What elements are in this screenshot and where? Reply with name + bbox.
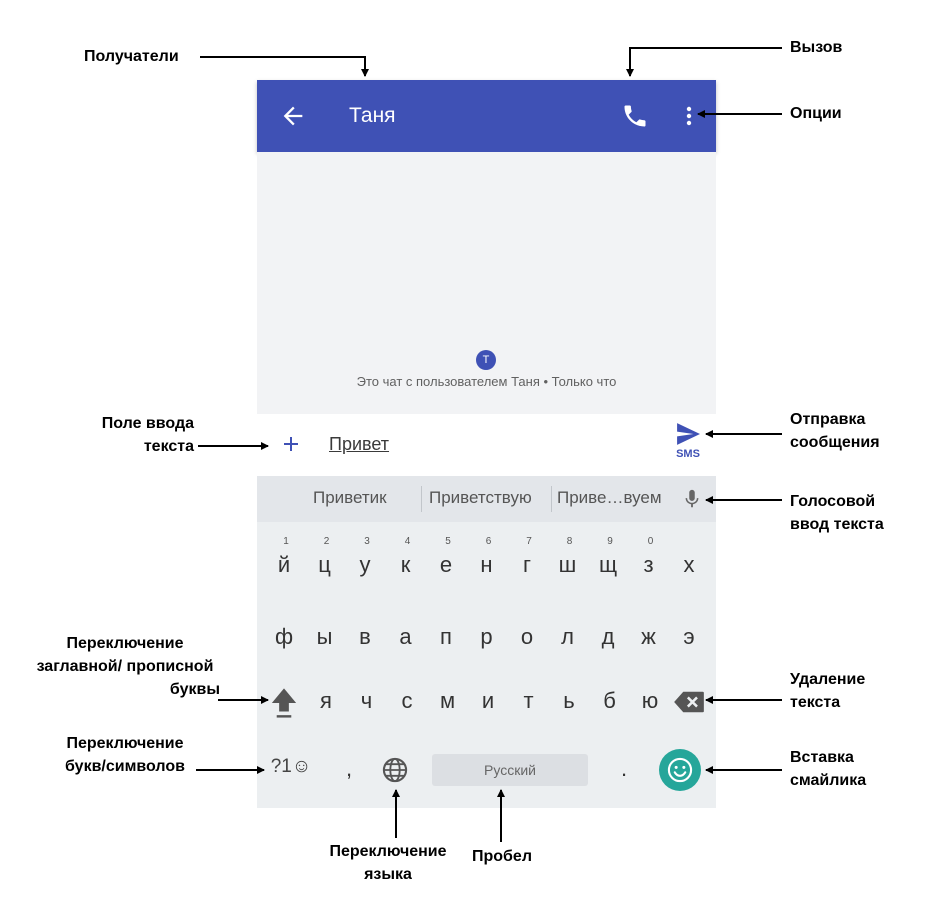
send-sms-label: SMS <box>676 448 700 460</box>
symbols-key[interactable]: ?1☺ <box>261 756 321 778</box>
keyboard: й1ц2у3к4е5н6г7ш8щ9з0х фывапролджэ ячсмит… <box>257 522 716 808</box>
key-number-hint: 7 <box>526 536 532 547</box>
callout-recipients: Получатели <box>84 48 179 65</box>
key-row2-9[interactable]: д <box>589 624 627 650</box>
key-4[interactable]: к4 <box>387 536 425 578</box>
key-row2-8[interactable]: л <box>549 624 587 650</box>
shift-icon[interactable] <box>269 686 299 720</box>
key-row3-4[interactable]: м <box>429 688 467 714</box>
key-row2-4[interactable]: а <box>387 624 425 650</box>
key-row2-11[interactable]: э <box>670 624 708 650</box>
key-row2-3[interactable]: в <box>346 624 384 650</box>
key-9[interactable]: щ9 <box>589 536 627 578</box>
key-7[interactable]: г7 <box>508 536 546 578</box>
key-6[interactable]: н6 <box>468 536 506 578</box>
key-row2-5[interactable]: п <box>427 624 465 650</box>
chat-area: Т Это чат с пользователем Таня • Только … <box>257 152 716 414</box>
attach-plus-icon[interactable] <box>279 432 303 456</box>
microphone-icon[interactable] <box>681 485 703 513</box>
key-number-hint: 4 <box>404 536 411 547</box>
key-number-hint: 9 <box>607 536 613 547</box>
key-row2-7[interactable]: о <box>508 624 546 650</box>
compose-bar: Привет SMS <box>257 414 716 476</box>
suggestion-2[interactable]: Приветствую <box>429 488 532 508</box>
phone-screen: Таня Т Это чат с пользователем Таня • То… <box>257 80 716 808</box>
phone-call-icon[interactable] <box>621 102 649 130</box>
callout-emoji: Вставка смайлика <box>790 749 867 789</box>
callout-shift: Переключение заглавной/ прописной буквы <box>36 635 220 698</box>
key-8[interactable]: ш8 <box>549 536 587 578</box>
callout-symbols: Переключение букв/символов <box>65 735 185 775</box>
key-number-hint: 5 <box>445 536 451 547</box>
app-bar: Таня <box>257 80 716 152</box>
callout-language: Переключение языка <box>329 843 447 883</box>
backspace-icon[interactable] <box>673 690 705 714</box>
key-number-hint: 8 <box>566 536 573 547</box>
key-row3-7[interactable]: ь <box>550 688 588 714</box>
callout-input-field: Поле ввода текста <box>101 415 194 455</box>
key-number-hint: 3 <box>364 536 370 547</box>
key-row3-3[interactable]: с <box>388 688 426 714</box>
suggestion-3[interactable]: Приве…вуем <box>557 488 662 508</box>
send-icon <box>677 423 700 445</box>
suggestion-1[interactable]: Приветик <box>313 488 387 508</box>
callout-voice-input: Голосовой ввод текста <box>790 493 884 533</box>
recipient-title[interactable]: Таня <box>349 102 396 130</box>
key-3[interactable]: у3 <box>346 536 384 578</box>
suggestion-divider <box>421 486 422 512</box>
key-row3-6[interactable]: т <box>510 688 548 714</box>
chat-info-text: Это чат с пользователем Таня • Только чт… <box>356 374 617 389</box>
suggestion-divider <box>551 486 552 512</box>
key-row2-1[interactable]: ф <box>265 624 303 650</box>
key-number-hint: 2 <box>323 536 330 547</box>
callout-delete: Удаление текста <box>790 671 866 711</box>
key-row2-10[interactable]: ж <box>630 624 668 650</box>
key-number-hint: 6 <box>485 536 492 547</box>
globe-icon[interactable] <box>381 756 409 784</box>
key-row3-2[interactable]: ч <box>348 688 386 714</box>
key-2[interactable]: ц2 <box>306 536 344 578</box>
callout-send: Отправка сообщения <box>790 411 880 451</box>
key-number-hint: 1 <box>283 536 289 547</box>
back-arrow-icon[interactable] <box>279 102 307 130</box>
key-row2-2[interactable]: ы <box>306 624 344 650</box>
suggestion-strip: Приветик Приветствую Приве…вуем <box>257 476 716 522</box>
key-10[interactable]: з0 <box>630 536 668 578</box>
key-number-hint: 0 <box>647 536 654 547</box>
callout-space: Пробел <box>472 848 532 865</box>
smiley-icon <box>667 757 693 783</box>
key-row3-1[interactable]: я <box>307 688 345 714</box>
key-11[interactable]: х <box>670 552 708 578</box>
message-input[interactable]: Привет <box>329 432 389 456</box>
space-bar[interactable]: Русский <box>432 754 588 786</box>
callout-call: Вызов <box>790 39 843 56</box>
callout-options: Опции <box>790 105 842 122</box>
period-key[interactable]: . <box>605 756 643 782</box>
send-button[interactable]: SMS <box>671 422 705 470</box>
emoji-button[interactable] <box>659 749 701 791</box>
more-options-icon[interactable] <box>677 102 701 130</box>
key-1[interactable]: й1 <box>265 536 303 578</box>
contact-avatar: Т <box>476 350 496 370</box>
key-row3-9[interactable]: ю <box>631 688 669 714</box>
key-row3-8[interactable]: б <box>591 688 629 714</box>
key-row2-6[interactable]: р <box>468 624 506 650</box>
comma-key[interactable]: , <box>330 756 368 782</box>
key-5[interactable]: е5 <box>427 536 465 578</box>
key-row3-5[interactable]: и <box>469 688 507 714</box>
